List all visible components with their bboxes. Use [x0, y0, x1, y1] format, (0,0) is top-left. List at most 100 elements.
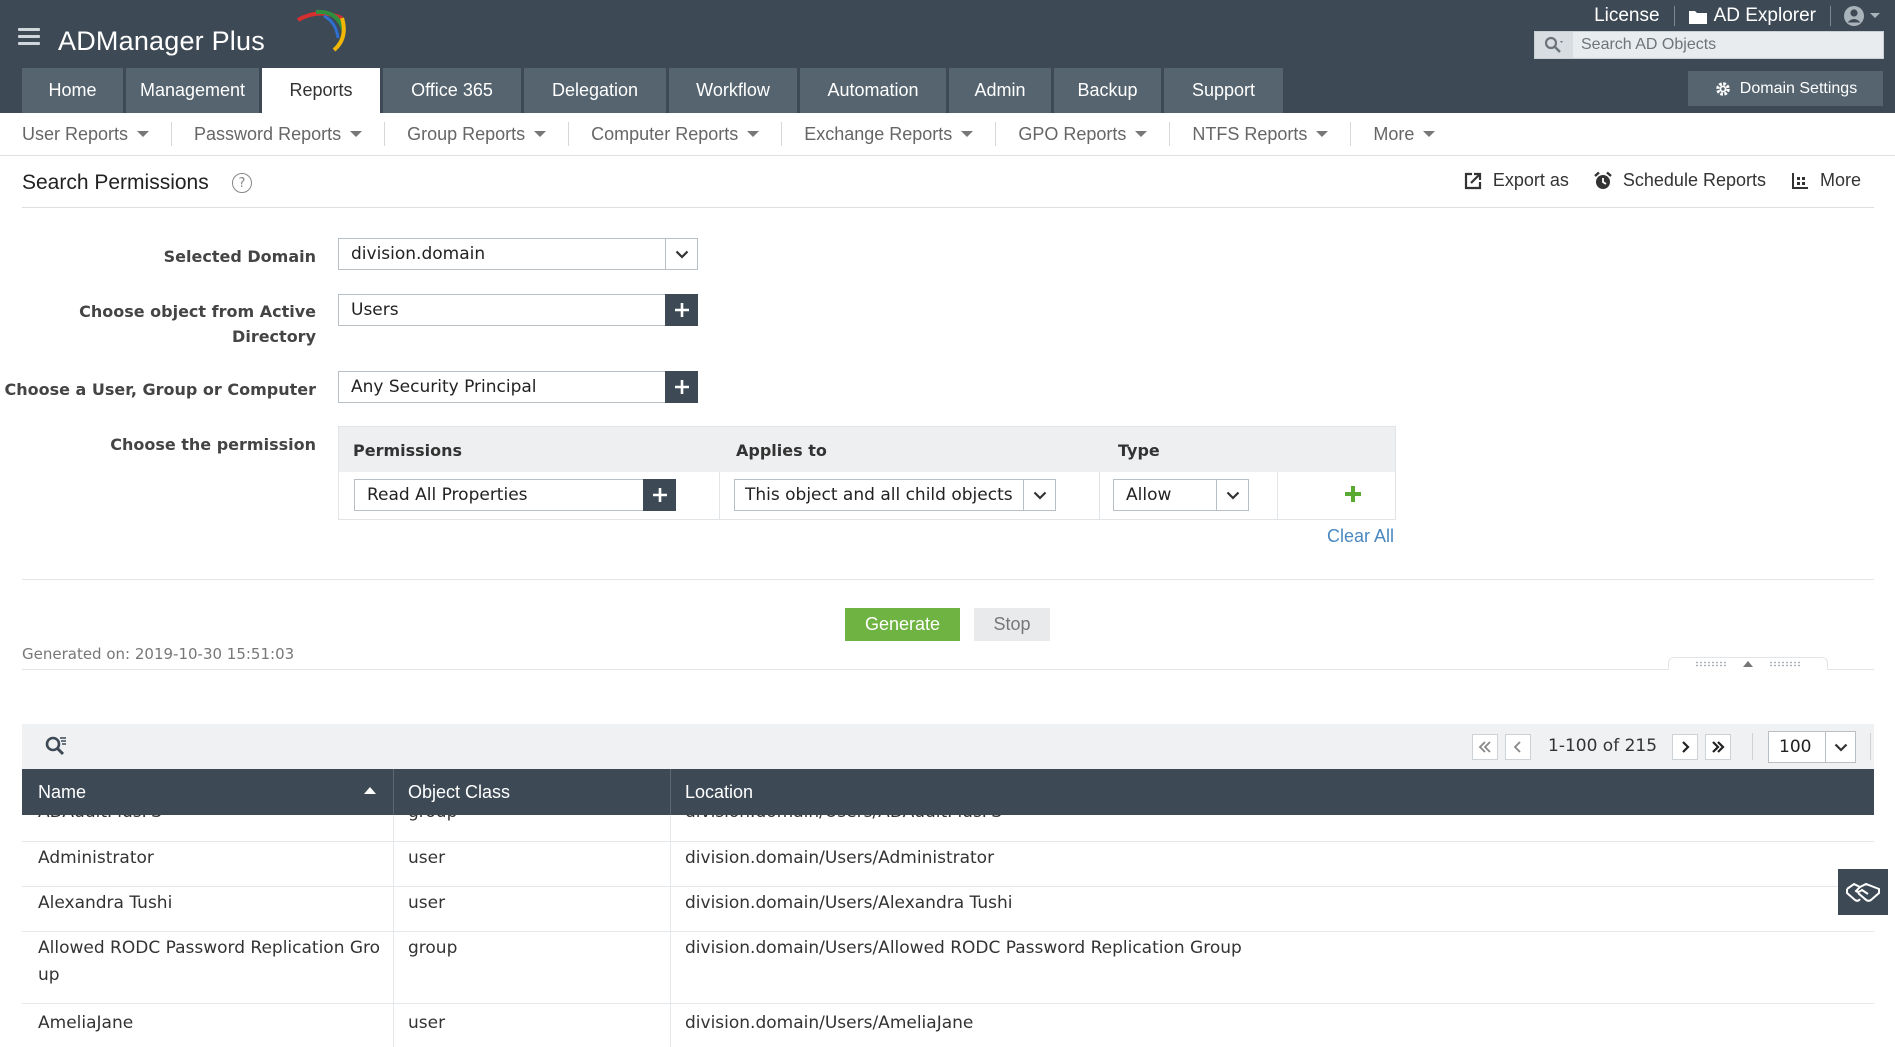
table-row[interactable]: Administrator user division.domain/Users…: [22, 842, 1874, 887]
subnav-divider: [171, 122, 173, 146]
tab-backup[interactable]: Backup: [1054, 68, 1161, 113]
permission-field[interactable]: Read All Properties: [354, 479, 676, 511]
object-class-column-header[interactable]: Object Class: [408, 769, 668, 815]
ad-object-label-line1: Choose object from Active: [79, 302, 316, 321]
applies-to-value: This object and all child objects: [745, 485, 1013, 505]
caret-down-icon: [137, 131, 150, 137]
type-column-header: Type: [1118, 441, 1160, 460]
chevron-down-icon[interactable]: [1825, 732, 1855, 762]
tab-home[interactable]: Home: [22, 68, 123, 113]
results-table: Name Object Class Location ADAuditPlusFS…: [22, 769, 1874, 1047]
domain-settings-button[interactable]: Domain Settings: [1688, 71, 1883, 106]
ad-explorer-label: AD Explorer: [1713, 5, 1816, 26]
cell-divider: [393, 887, 394, 931]
table-row[interactable]: AmeliaJane user division.domain/Users/Am…: [22, 1004, 1874, 1047]
add-permission-row-button[interactable]: [1344, 485, 1362, 507]
add-principal-button[interactable]: [665, 371, 698, 403]
subnav-user-reports[interactable]: User Reports: [22, 124, 150, 145]
subnav-divider: [781, 122, 783, 146]
help-icon[interactable]: ?: [232, 173, 252, 193]
schedule-reports-button[interactable]: Schedule Reports: [1593, 170, 1766, 191]
chevron-down-icon[interactable]: [1023, 480, 1055, 510]
more-actions-button[interactable]: More: [1790, 170, 1861, 191]
selected-domain-select[interactable]: division.domain: [338, 238, 698, 270]
row-object-class: group: [408, 938, 458, 958]
search-input[interactable]: [1573, 32, 1883, 58]
collapse-form-handle[interactable]: [1668, 657, 1828, 670]
subnav-ntfs-reports[interactable]: NTFS Reports: [1192, 124, 1329, 145]
chevron-down-icon[interactable]: [1216, 480, 1248, 510]
cell-divider: [393, 932, 394, 1003]
license-link[interactable]: License: [1580, 5, 1674, 27]
row-object-class: user: [408, 1013, 446, 1033]
export-as-button[interactable]: Export as: [1463, 170, 1569, 191]
subnav-gpo-reports[interactable]: GPO Reports: [1018, 123, 1148, 145]
location-column-label: Location: [685, 781, 754, 802]
next-page-button[interactable]: [1672, 734, 1698, 760]
ad-object-field[interactable]: Users: [338, 294, 698, 326]
name-column-label: Name: [38, 781, 87, 802]
subnav-exchange-reports[interactable]: Exchange Reports: [804, 123, 974, 145]
tab-delegation[interactable]: Delegation: [524, 68, 666, 113]
location-column-header[interactable]: Location: [685, 769, 1685, 815]
prev-page-button[interactable]: [1505, 734, 1531, 760]
subnav-label: Exchange Reports: [804, 123, 953, 144]
green-plus-icon: [1345, 486, 1361, 502]
ad-explorer-link[interactable]: AD Explorer: [1675, 5, 1830, 27]
caret-down-icon: [350, 131, 363, 137]
first-page-button[interactable]: [1472, 734, 1498, 760]
table-row[interactable]: Allowed RODC Password Replication Group …: [22, 932, 1874, 1004]
subnav-password-reports[interactable]: Password Reports: [194, 124, 363, 145]
subnav-computer-reports[interactable]: Computer Reports: [591, 124, 760, 145]
selected-domain-label: Selected Domain: [163, 247, 316, 266]
selected-domain-value: division.domain: [351, 244, 486, 264]
support-handshake-button[interactable]: [1838, 869, 1888, 915]
tab-office-365[interactable]: Office 365: [383, 68, 521, 113]
column-divider: [1277, 472, 1278, 520]
generate-button[interactable]: Generate: [845, 608, 960, 641]
principal-field[interactable]: Any Security Principal: [338, 371, 698, 403]
export-icon: [1464, 172, 1481, 189]
export-as-label: Export as: [1492, 170, 1569, 190]
search-icon[interactable]: [1535, 32, 1573, 58]
caret-down-icon: [747, 131, 760, 137]
subnav-label: GPO Reports: [1018, 123, 1127, 144]
alarm-clock-icon: [1594, 171, 1612, 189]
more-options-icon: [1791, 172, 1808, 189]
tab-management[interactable]: Management: [126, 68, 259, 113]
row-name: Allowed RODC Password Replication Group: [38, 938, 381, 985]
type-select[interactable]: Allow: [1113, 479, 1249, 511]
domain-settings-label: Domain Settings: [1739, 79, 1858, 97]
sort-ascending-icon: [364, 787, 376, 794]
clear-all-link[interactable]: Clear All: [1327, 526, 1394, 547]
table-row[interactable]: Alexandra Tushi user division.domain/Use…: [22, 887, 1874, 932]
hamburger-menu-icon[interactable]: [18, 28, 40, 46]
chevron-down-icon[interactable]: [665, 239, 697, 269]
cell-divider: [393, 842, 394, 886]
user-menu[interactable]: [1831, 5, 1881, 27]
page-size-select[interactable]: 100: [1768, 731, 1856, 763]
add-permission-button[interactable]: [643, 479, 676, 511]
row-object-class: user: [408, 848, 446, 868]
cell-divider: [670, 842, 671, 886]
tab-workflow[interactable]: Workflow: [669, 68, 797, 113]
applies-to-select[interactable]: This object and all child objects: [734, 479, 1056, 511]
tab-reports[interactable]: Reports: [262, 68, 380, 113]
subnav-divider: [1169, 122, 1171, 146]
subnav-more[interactable]: More: [1373, 124, 1436, 145]
divider: [22, 579, 1874, 580]
name-column-header[interactable]: Name: [38, 769, 408, 815]
main-tabs: Home Management Reports Office 365 Deleg…: [22, 68, 1286, 113]
last-page-button[interactable]: [1705, 734, 1731, 760]
tab-support[interactable]: Support: [1164, 68, 1283, 113]
tab-admin[interactable]: Admin: [949, 68, 1051, 113]
caret-down-icon: [1423, 131, 1436, 137]
add-ad-object-button[interactable]: [665, 294, 698, 326]
subnav-divider: [384, 122, 386, 146]
divider: [22, 207, 1874, 208]
subnav-group-reports[interactable]: Group Reports: [407, 124, 547, 145]
results-table-body: ADAuditPlusFS group division.domain/User…: [22, 797, 1874, 1047]
tab-automation[interactable]: Automation: [800, 68, 946, 113]
stop-button[interactable]: Stop: [974, 608, 1050, 641]
result-search-icon[interactable]: [44, 735, 68, 761]
